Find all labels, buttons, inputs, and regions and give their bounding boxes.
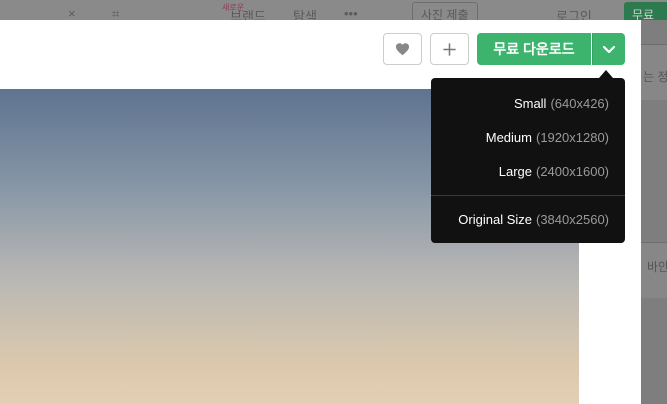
menu-item-size: (3840x2560) (536, 211, 609, 227)
download-size-menu: Small (640x426) Medium (1920x1280) Large… (431, 78, 625, 243)
menu-item-size: (640x426) (550, 95, 609, 111)
background-header: × ⌗ 새로운 브랜드 탐색 ••• 사진 제출 로그인 무료 (0, 0, 667, 26)
dropdown-caret (599, 70, 613, 78)
add-to-collection-button[interactable] (430, 33, 469, 65)
menu-divider (431, 195, 625, 196)
menu-item-small[interactable]: Small (640x426) (431, 86, 625, 120)
download-options-toggle[interactable] (592, 33, 625, 65)
heart-icon (395, 43, 410, 56)
menu-item-label: Small (513, 95, 547, 111)
menu-item-size: (2400x1600) (536, 163, 609, 179)
background-side-panel: 는 정 바안 (641, 20, 667, 404)
screen: × ⌗ 새로운 브랜드 탐색 ••• 사진 제출 로그인 무료 는 정 바안 무… (0, 0, 667, 404)
submit-photo-button[interactable]: 사진 제출 (412, 2, 478, 22)
download-button[interactable]: 무료 다운로드 (477, 33, 591, 65)
menu-item-original[interactable]: Original Size (3840x2560) (431, 202, 625, 236)
menu-item-large[interactable]: Large (2400x1600) (431, 154, 625, 188)
nav-more[interactable]: ••• (344, 6, 358, 21)
menu-item-label: Original Size (458, 211, 532, 227)
background-side-text: 는 정 (643, 70, 667, 84)
menu-item-size: (1920x1280) (536, 129, 609, 145)
menu-item-label: Large (498, 163, 532, 179)
menu-item-medium[interactable]: Medium (1920x1280) (431, 120, 625, 154)
chevron-down-icon (602, 45, 616, 53)
menu-item-label: Medium (485, 129, 532, 145)
plus-icon (443, 42, 456, 56)
background-side-text: 바안 (647, 260, 667, 274)
like-button[interactable] (383, 33, 422, 65)
background-close-icon: × (68, 6, 76, 21)
